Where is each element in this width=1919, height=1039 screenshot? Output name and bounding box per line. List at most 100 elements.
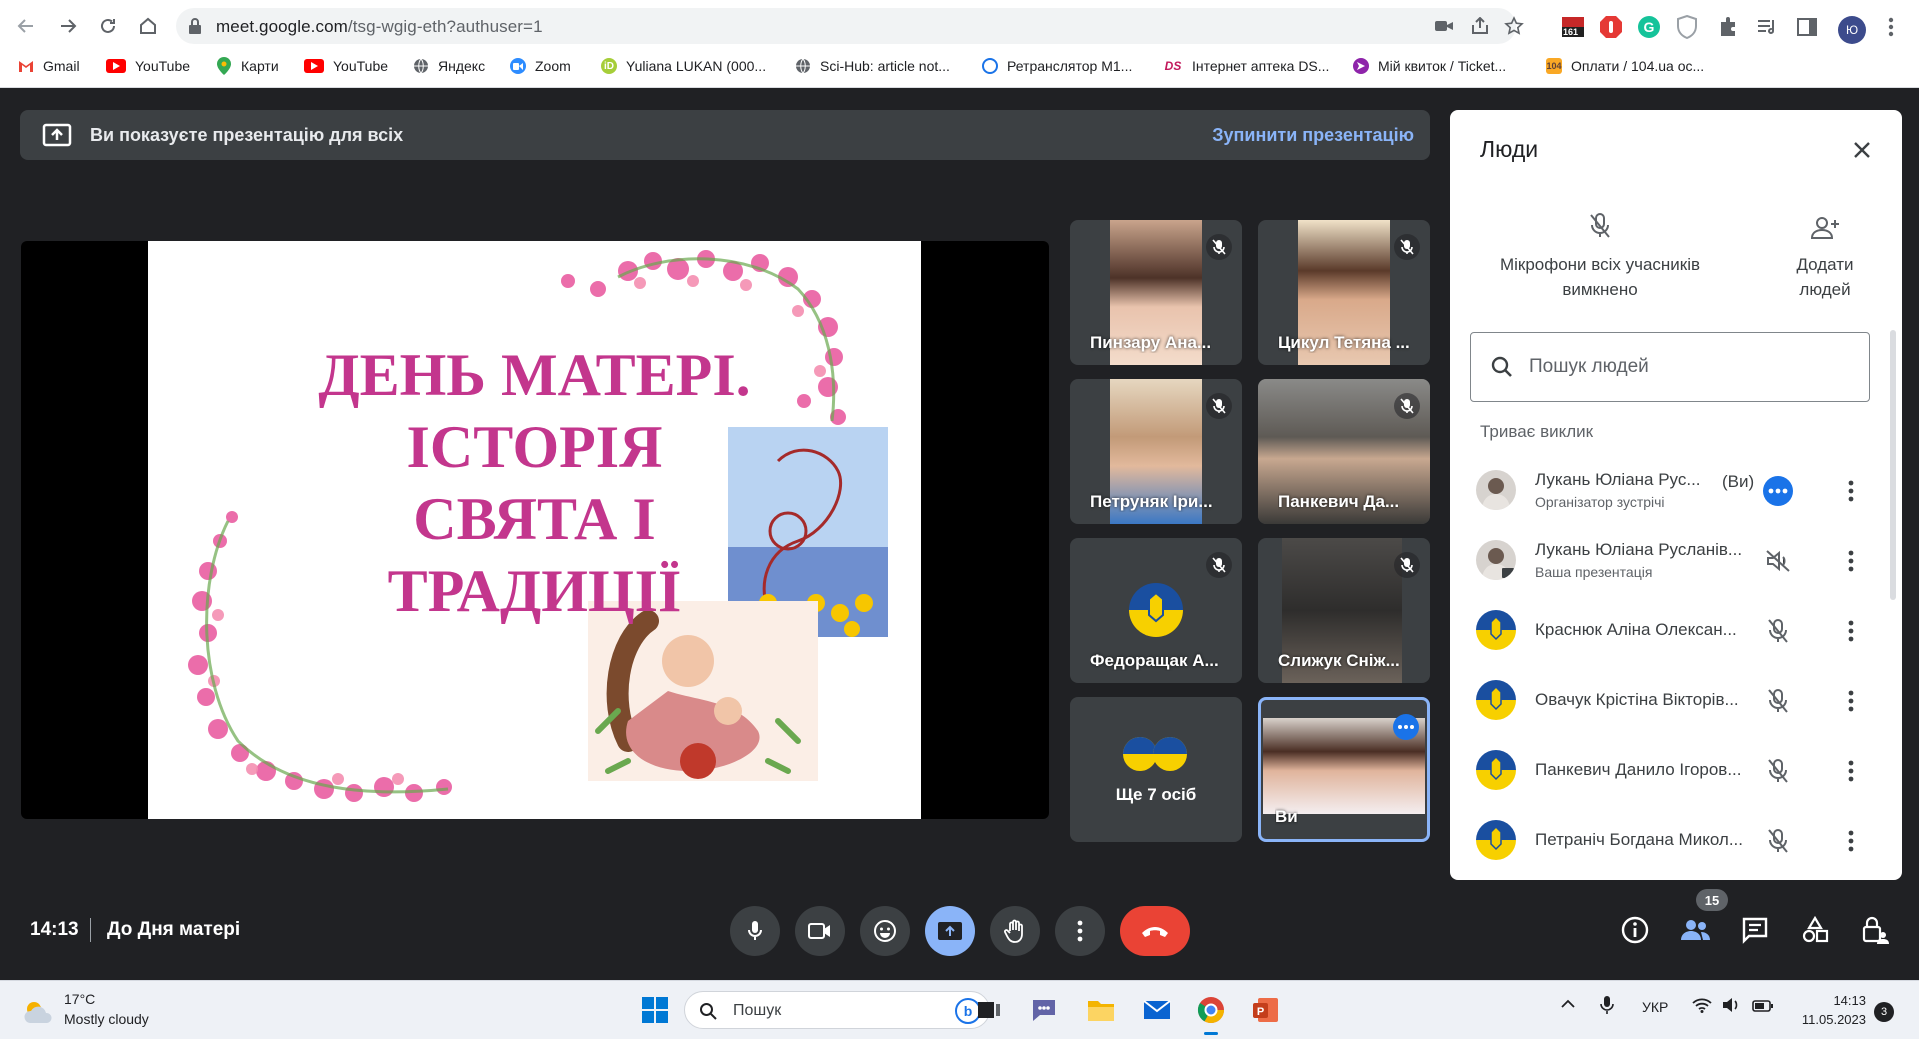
bookmark-scihub[interactable]: Sci-Hub: article not... [795, 54, 950, 78]
task-view-button[interactable] [972, 993, 1006, 1027]
wifi-icon[interactable] [1692, 997, 1712, 1016]
stop-presenting-button[interactable]: Зупинити презентацію [1212, 125, 1414, 146]
more-vert-icon[interactable] [1836, 756, 1866, 786]
taskbar-search[interactable]: Пошук b [684, 991, 990, 1029]
gmail-icon [18, 58, 34, 74]
bookmark-zoom[interactable]: Zoom [510, 54, 571, 78]
mail-button[interactable] [1140, 993, 1174, 1027]
participant-tile[interactable]: Цикул Тетяна ... [1258, 220, 1430, 365]
activities-icon [1802, 916, 1829, 943]
microphone-tray-icon[interactable] [1600, 995, 1614, 1018]
present-now-button[interactable] [925, 906, 975, 956]
start-button[interactable] [638, 993, 672, 1027]
microphone-button[interactable] [730, 906, 780, 956]
more-options-button[interactable] [1055, 906, 1105, 956]
chat-button[interactable] [1737, 912, 1773, 948]
bookmark-104[interactable]: 104 Оплати / 104.ua ос... [1546, 54, 1704, 78]
home-icon [140, 17, 156, 34]
more-actions-icon[interactable] [1763, 476, 1793, 506]
teams-chat-button[interactable] [1027, 993, 1061, 1027]
divider [90, 918, 91, 942]
participant-row[interactable]: Овачук Крістіна Вікторів... [1450, 666, 1902, 736]
share-icon[interactable] [1468, 14, 1492, 38]
bookmark-retranslator[interactable]: Ретранслятор М1... [982, 54, 1132, 78]
battery-icon[interactable] [1752, 999, 1774, 1015]
search-input[interactable] [1529, 351, 1849, 383]
counter-extension-icon[interactable]: 161 [1560, 14, 1586, 40]
participant-tile[interactable]: Петруняк Іри... [1070, 379, 1242, 524]
file-explorer-button[interactable] [1084, 993, 1118, 1027]
bookmark-orcid[interactable]: iD Yuliana LUKAN (000... [601, 54, 766, 78]
participant-name: Овачук Крістіна Вікторів... [1535, 690, 1739, 709]
participant-tile[interactable]: Федоращак А... [1070, 538, 1242, 683]
camera-in-use-icon[interactable] [1432, 14, 1456, 38]
more-options-icon[interactable] [1393, 714, 1419, 740]
tray-chevron-icon[interactable] [1560, 997, 1576, 1013]
participant-row[interactable]: Петраніч Богдана Микол... [1450, 806, 1902, 876]
extensions-puzzle-icon[interactable] [1716, 14, 1742, 40]
participant-tile[interactable]: Пинзару Ана... [1070, 220, 1242, 365]
system-clock[interactable]: 14:13 11.05.2023 [1790, 991, 1866, 1029]
browser-menu-icon[interactable] [1878, 14, 1904, 40]
back-button[interactable] [10, 10, 42, 42]
bookmark-maps[interactable]: Карти [216, 54, 279, 78]
forward-button[interactable] [52, 10, 84, 42]
reload-button[interactable] [92, 10, 124, 42]
powerpoint-button[interactable]: P [1249, 993, 1283, 1027]
shield-icon[interactable] [1674, 14, 1700, 40]
presentation-stage[interactable]: ДЕНЬ МАТЕРІ. ІСТОРІЯ СВЯТА І ТРАДИЦІЇ [21, 241, 1049, 819]
reactions-button[interactable] [860, 906, 910, 956]
address-bar[interactable]: meet.google.com/tsg-wgig-eth?authuser=1 [176, 8, 1524, 44]
host-controls-button[interactable] [1857, 912, 1893, 948]
participant-tile[interactable]: Панкевич Да... [1258, 379, 1430, 524]
mic-off-icon [1763, 686, 1793, 716]
side-panel-icon[interactable] [1794, 14, 1820, 40]
mic-off-icon [1394, 393, 1420, 419]
more-vert-icon[interactable] [1836, 476, 1866, 506]
raise-hand-button[interactable] [990, 906, 1040, 956]
bookmark-label: Мій квиток / Ticket... [1378, 58, 1507, 74]
grammarly-icon[interactable]: G [1636, 14, 1662, 40]
bookmark-ticket[interactable]: Мій квиток / Ticket... [1353, 54, 1506, 78]
notification-badge[interactable]: 3 [1874, 1002, 1894, 1022]
media-control-icon[interactable] [1754, 14, 1780, 40]
more-vert-icon[interactable] [1836, 686, 1866, 716]
bookmark-youtube-2[interactable]: YouTube [304, 54, 388, 78]
meeting-details-button[interactable] [1617, 912, 1653, 948]
lock-person-icon [1862, 916, 1889, 944]
participant-row[interactable]: Краснюк Аліна Олексан... [1450, 596, 1902, 666]
bookmark-gmail[interactable]: Gmail [18, 54, 80, 78]
profile-avatar[interactable]: Ю [1838, 16, 1866, 44]
leave-call-button[interactable] [1120, 906, 1190, 956]
volume-icon[interactable] [1722, 997, 1740, 1016]
participant-name: Петруняк Іри... [1090, 492, 1213, 511]
add-people-button[interactable]: Додати людей [1775, 210, 1875, 302]
task-view-icon [978, 1002, 1000, 1018]
language-indicator[interactable]: УКР [1642, 999, 1668, 1015]
participant-tile[interactable]: Слижук Сніж... [1258, 538, 1430, 683]
participant-row[interactable]: Лукань Юліана Русланів... Ваша презентац… [1450, 526, 1902, 596]
more-vert-icon[interactable] [1836, 546, 1866, 576]
more-participants-tile[interactable]: Ще 7 осіб [1070, 697, 1242, 842]
participant-name: Пинзару Ана... [1090, 333, 1212, 352]
camera-button[interactable] [795, 906, 845, 956]
participant-row[interactable]: Лукань Юліана Рус... (Ви) Організатор зу… [1450, 456, 1902, 526]
mic-off-icon [1206, 234, 1232, 260]
adblock-icon[interactable] [1598, 14, 1624, 40]
cloud-sun-icon [24, 1002, 52, 1023]
bookmark-yandex[interactable]: Яндекс [413, 54, 485, 78]
chrome-taskbar-button[interactable] [1194, 993, 1228, 1035]
bookmark-star-icon[interactable] [1502, 14, 1526, 38]
more-vert-icon[interactable] [1836, 826, 1866, 856]
participant-row[interactable]: Панкевич Данило Ігоров... [1450, 736, 1902, 806]
more-vert-icon[interactable] [1836, 616, 1866, 646]
emoji-icon [874, 920, 896, 942]
people-button[interactable] [1677, 912, 1713, 948]
close-panel-button[interactable] [1846, 134, 1878, 166]
bookmark-ds-pharmacy[interactable]: DS Інтернет аптека DS... [1163, 54, 1330, 78]
bookmark-label: Яндекс [438, 58, 486, 74]
self-view-tile[interactable]: Ви [1258, 697, 1430, 842]
bookmark-youtube[interactable]: YouTube [106, 54, 190, 78]
home-button[interactable] [132, 10, 164, 42]
activities-button[interactable] [1797, 912, 1833, 948]
